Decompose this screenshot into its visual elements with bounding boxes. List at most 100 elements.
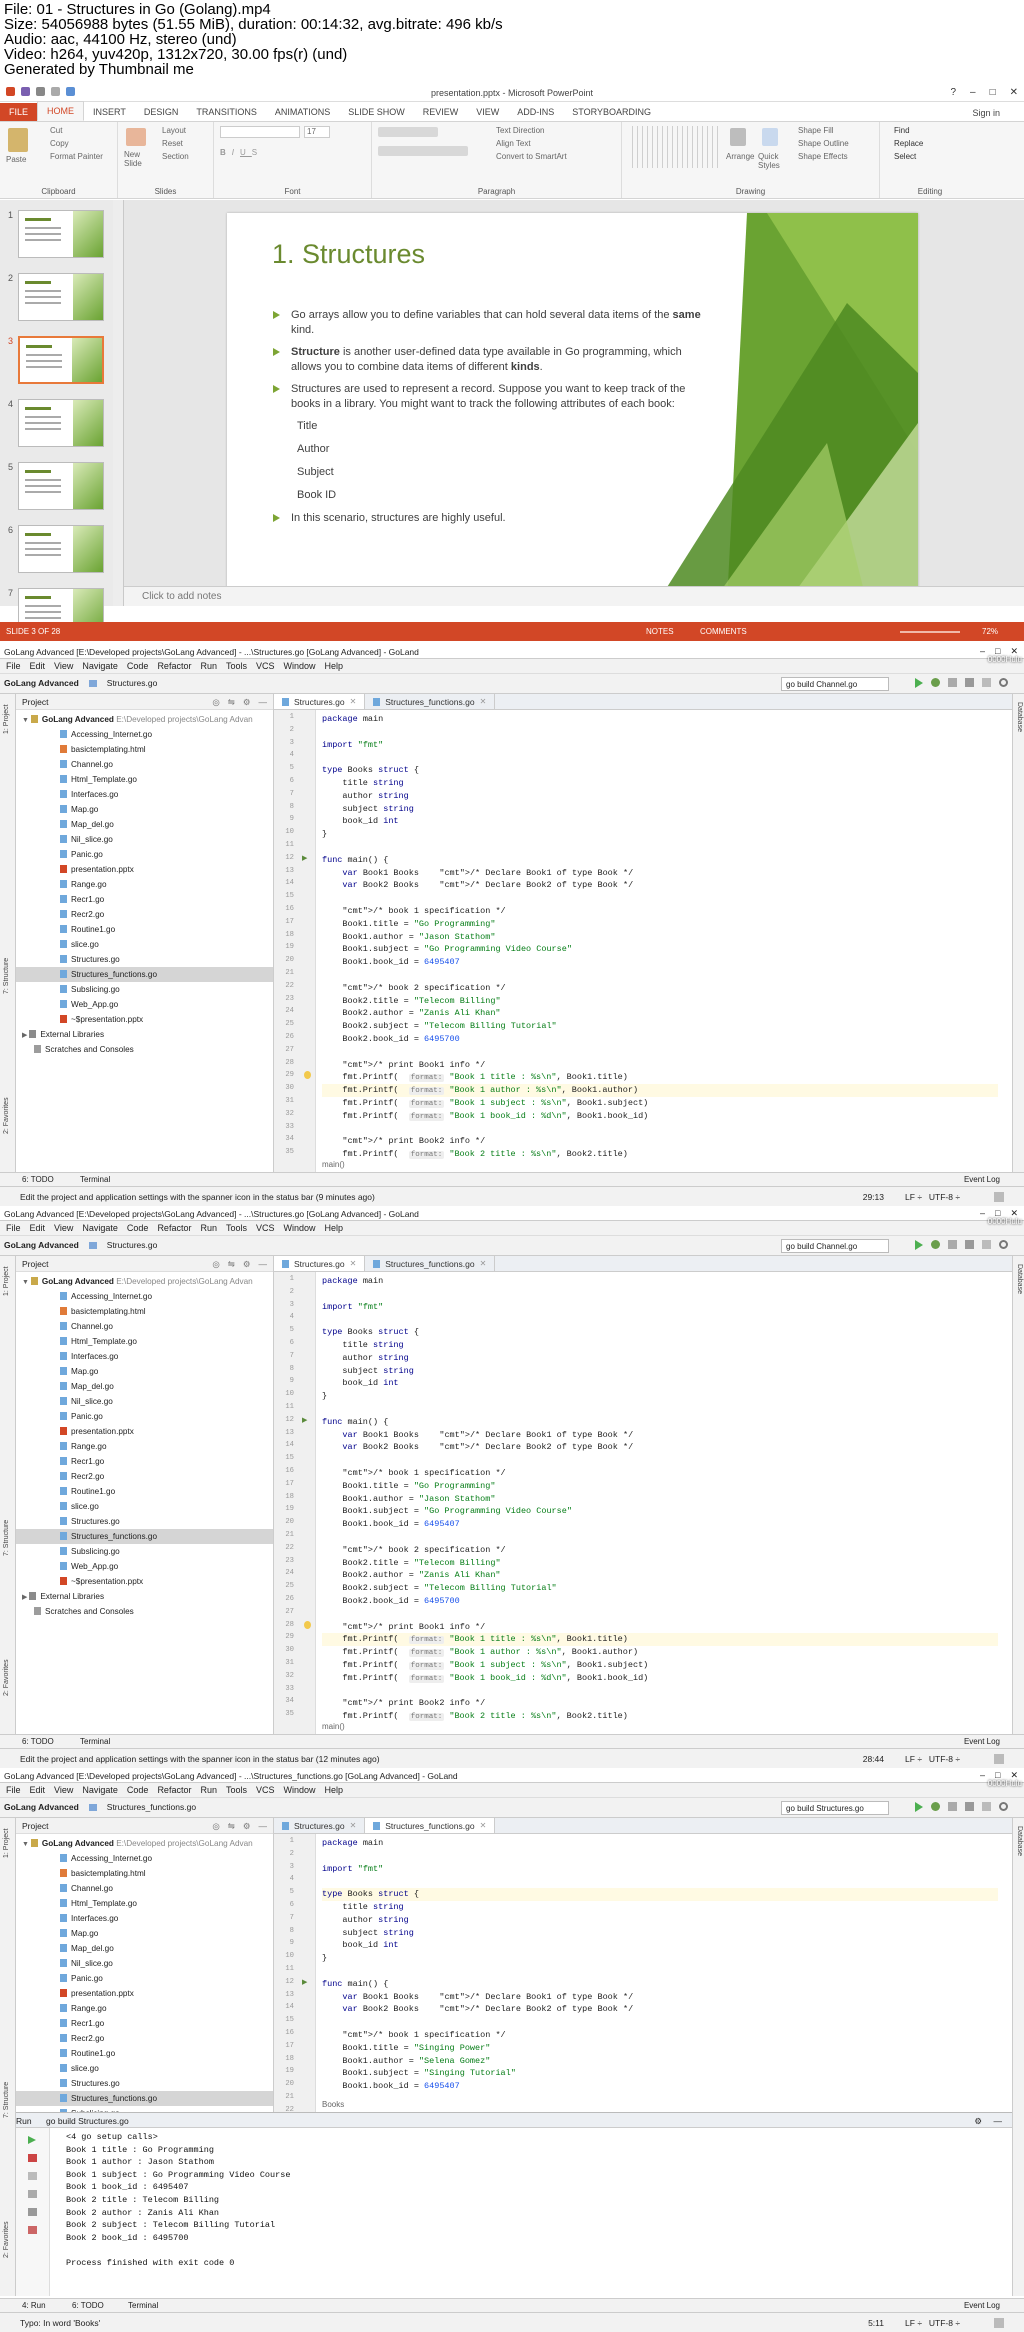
project-tool-tab[interactable]: 1: Project — [3, 704, 10, 734]
caret-position[interactable]: 5:11 — [868, 2318, 884, 2328]
gear-icon[interactable]: ⚙ — [974, 2116, 982, 2127]
select-button[interactable]: Select — [894, 152, 916, 161]
hide-icon[interactable]: — — [994, 2116, 1003, 2126]
tab-structures-go[interactable]: Structures.go ✕ — [274, 1818, 366, 1833]
slide-thumbnail[interactable] — [18, 210, 104, 258]
minimize-icon[interactable]: – — [980, 1770, 985, 1781]
debug-icon[interactable] — [931, 1240, 940, 1249]
tab-review[interactable]: REVIEW — [414, 103, 468, 121]
debug-icon[interactable] — [931, 1802, 940, 1811]
tree-file[interactable]: slice.go — [16, 1499, 273, 1514]
tree-file[interactable]: Subslicing.go — [16, 982, 273, 997]
tree-file[interactable]: Recr2.go — [16, 1469, 273, 1484]
stop-icon[interactable] — [948, 1802, 957, 1811]
tree-file[interactable]: Accessing_Internet.go — [16, 1289, 273, 1304]
stop-icon[interactable] — [948, 678, 957, 687]
lock-icon[interactable] — [994, 1192, 1004, 1202]
run-config-tab[interactable]: go build Structures.go — [46, 2116, 129, 2126]
close-tab-icon[interactable]: ✕ — [480, 697, 487, 706]
tab-structures-functions-go[interactable]: Structures_functions.go ✕ — [365, 1818, 496, 1833]
menu-help[interactable]: Help — [325, 1223, 344, 1233]
structure-tool-tab[interactable]: 7: Structure — [3, 1520, 10, 1556]
lightbulb-icon[interactable] — [304, 1071, 311, 1080]
pin-icon[interactable] — [28, 2208, 37, 2216]
todo-tool-button[interactable]: 6: TODO — [22, 1175, 54, 1184]
tree-root[interactable]: ▼ GoLang Advanced E:\Developed projects\… — [16, 712, 273, 727]
menu-view[interactable]: View — [54, 1785, 73, 1795]
tree-file[interactable]: presentation.pptx — [16, 1424, 273, 1439]
tab-add-ins[interactable]: ADD-INS — [508, 103, 563, 121]
event-log-button[interactable]: Event Log — [964, 1175, 1000, 1184]
settings-icon[interactable] — [982, 1802, 991, 1811]
slide-thumbnail[interactable] — [18, 273, 104, 321]
tree-file[interactable]: Routine1.go — [16, 1484, 273, 1499]
shape-fill-button[interactable]: Shape Fill — [798, 126, 834, 135]
shapes-gallery[interactable] — [628, 126, 720, 168]
thumbnails-scrollbar[interactable] — [113, 200, 123, 606]
build-icon[interactable] — [965, 1240, 974, 1249]
notes-toggle[interactable]: NOTES — [646, 627, 674, 636]
breadcrumb-project[interactable]: GoLang Advanced — [4, 1802, 79, 1812]
database-tool-tab[interactable]: Database — [1016, 1264, 1023, 1294]
tree-file[interactable]: Accessing_Internet.go — [16, 727, 273, 742]
tree-file[interactable]: presentation.pptx — [16, 1986, 273, 2001]
tree-file[interactable]: Interfaces.go — [16, 1349, 273, 1364]
rerun-icon[interactable] — [28, 2136, 36, 2144]
event-log-button[interactable]: Event Log — [964, 1737, 1000, 1746]
menu-code[interactable]: Code — [127, 661, 149, 671]
tree-file[interactable]: Structures.go — [16, 2076, 273, 2091]
tree-file[interactable]: Structures_functions.go — [16, 1529, 273, 1544]
menu-edit[interactable]: Edit — [30, 1785, 46, 1795]
menu-edit[interactable]: Edit — [30, 1223, 46, 1233]
fold-icon[interactable]: ▶ — [302, 854, 307, 862]
tree-file[interactable]: Recr1.go — [16, 1454, 273, 1469]
slide-thumbnail[interactable] — [18, 462, 104, 510]
align-text-button[interactable]: Align Text — [496, 139, 531, 148]
quick-styles-button[interactable]: Quick Styles — [758, 152, 786, 170]
slide-thumbnail[interactable] — [18, 525, 104, 573]
tree-root[interactable]: ▼ GoLang Advanced E:\Developed projects\… — [16, 1836, 273, 1851]
tree-file[interactable]: Structures.go — [16, 1514, 273, 1529]
tree-file[interactable]: ~$presentation.pptx — [16, 1574, 273, 1589]
file-encoding[interactable]: UTF-8 ÷ — [929, 1754, 960, 1764]
tab-transitions[interactable]: TRANSITIONS — [187, 103, 266, 121]
todo-tool-button[interactable]: 6: TODO — [72, 2301, 104, 2310]
tab-structures-go[interactable]: Structures.go ✕ — [274, 694, 366, 709]
file-encoding[interactable]: UTF-8 ÷ — [929, 2318, 960, 2328]
tree-scratches[interactable]: Scratches and Consoles — [16, 1604, 273, 1619]
database-tool-tab[interactable]: Database — [1016, 1826, 1023, 1856]
debug-icon[interactable] — [931, 678, 940, 687]
breadcrumb-file[interactable]: Structures_functions.go — [107, 1802, 196, 1812]
editor-breadcrumb[interactable]: main() — [322, 1722, 345, 1734]
tree-file[interactable]: Recr2.go — [16, 2031, 273, 2046]
project-tool-tab[interactable]: 1: Project — [3, 1266, 10, 1296]
gear-icon[interactable]: ⚙ — [243, 1259, 251, 1270]
notes-pane[interactable]: Click to add notes — [124, 586, 1024, 606]
zoom-slider[interactable] — [900, 631, 960, 633]
run-configuration-select[interactable]: go build Structures.go — [781, 1801, 889, 1815]
menu-code[interactable]: Code — [127, 1223, 149, 1233]
settings-icon[interactable] — [982, 678, 991, 687]
tree-file[interactable]: Nil_slice.go — [16, 832, 273, 847]
comments-toggle[interactable]: COMMENTS — [700, 627, 747, 636]
menu-help[interactable]: Help — [325, 1785, 344, 1795]
close-tab-icon[interactable]: ✕ — [480, 1821, 487, 1830]
menu-refactor[interactable]: Refactor — [157, 1223, 191, 1233]
menu-vcs[interactable]: VCS — [256, 1223, 275, 1233]
menu-window[interactable]: Window — [284, 1785, 316, 1795]
expand-arrow-icon[interactable]: ▼ — [22, 1279, 31, 1286]
run-configuration-select[interactable]: go build Channel.go — [781, 677, 889, 691]
editor-breadcrumb[interactable]: Books — [322, 2100, 344, 2112]
close-icon[interactable] — [28, 2226, 37, 2234]
menu-navigate[interactable]: Navigate — [82, 1785, 118, 1795]
favorites-tool-tab[interactable]: 2: Favorites — [3, 1659, 10, 1696]
tree-file[interactable]: Channel.go — [16, 757, 273, 772]
menu-edit[interactable]: Edit — [30, 661, 46, 671]
menu-vcs[interactable]: VCS — [256, 661, 275, 671]
close-tab-icon[interactable]: ✕ — [350, 1259, 357, 1268]
tree-file[interactable]: Structures_functions.go — [16, 2091, 273, 2106]
menu-view[interactable]: View — [54, 661, 73, 671]
slide-thumbnail[interactable] — [18, 336, 104, 384]
structure-tool-tab[interactable]: 7: Structure — [3, 2082, 10, 2118]
tree-file[interactable]: Range.go — [16, 1439, 273, 1454]
